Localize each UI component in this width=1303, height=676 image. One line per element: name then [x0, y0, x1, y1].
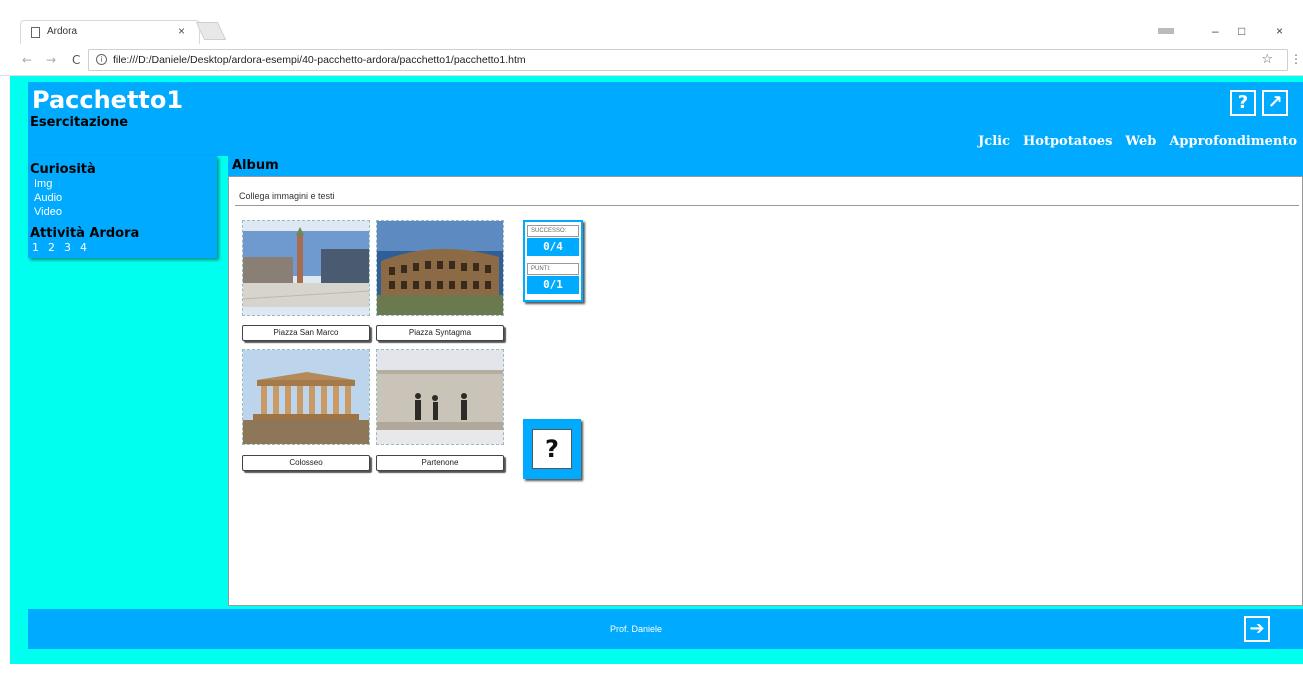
browser-tab[interactable]: Ardora × [20, 20, 200, 44]
sidebar: Curiosità Img Audio Video Attività Ardor… [28, 156, 217, 258]
activity-area: Collega immagini e testi Piazza San Marc… [228, 176, 1303, 606]
activity-link-2[interactable]: 2 [48, 241, 55, 254]
label-piazza-syntagma[interactable]: Piazza Syntagma [376, 325, 504, 341]
footer-author: Prof. Daniele [610, 624, 663, 634]
menu-item-web[interactable]: Web [1125, 134, 1156, 149]
forward-arrow-icon[interactable]: → [46, 53, 56, 67]
activity-link-1[interactable]: 1 [32, 241, 39, 254]
question-mark-icon: ? [532, 429, 572, 469]
sidebar-section-attivita: Attività Ardora [30, 226, 140, 241]
next-arrow-icon[interactable]: ➔ [1244, 616, 1270, 642]
colosseum-photo[interactable] [376, 220, 504, 316]
menu-item-approfondimento[interactable]: Approfondimento [1169, 134, 1297, 149]
footer: Prof. Daniele ➔ [28, 609, 1303, 649]
section-title: Album [232, 158, 279, 173]
reload-icon[interactable]: C [72, 53, 80, 67]
points-label: PUNTI: [527, 263, 579, 275]
parthenon-photo[interactable] [242, 349, 370, 445]
app-title: Pacchetto1 [32, 86, 184, 114]
label-partenone[interactable]: Partenone [376, 455, 504, 471]
url-text: file:///D:/Daniele/Desktop/ardora-esempi… [113, 54, 526, 66]
success-label: SUCCESSO: [527, 225, 579, 237]
minimize-button[interactable]: – [1212, 24, 1219, 38]
sidebar-item-img[interactable]: Img [34, 178, 52, 190]
points-value: 0/1 [527, 276, 579, 294]
app-header: Pacchetto1 Esercitazione ? ↗ Jclic Hotpot… [28, 82, 1303, 156]
bookmark-star-icon[interactable]: ☆ [1261, 52, 1273, 67]
tab-title: Ardora [47, 26, 78, 37]
menu-item-hotpotatoes[interactable]: Hotpotatoes [1023, 134, 1112, 149]
page-body: Pacchetto1 Esercitazione ? ↗ Jclic Hotpot… [10, 76, 1303, 664]
activity-links: 1234 [32, 241, 96, 254]
sidebar-item-audio[interactable]: Audio [34, 192, 62, 204]
close-window-button[interactable]: × [1276, 24, 1283, 38]
info-icon[interactable]: i [96, 54, 107, 65]
check-answer-button[interactable]: ? [523, 419, 581, 479]
maximize-button[interactable]: □ [1238, 24, 1245, 38]
back-arrow-icon[interactable]: ← [22, 53, 32, 67]
address-bar: ← → C i file:///D:/Daniele/Desktop/ardor… [0, 44, 1303, 76]
help-button[interactable]: ? [1230, 90, 1256, 116]
tab-close-icon[interactable]: × [178, 24, 185, 38]
sidebar-section-curiosita: Curiosità [30, 162, 96, 177]
browser-tab-bar: Ardora × – □ × [0, 0, 1303, 44]
user-profile-icon[interactable] [1158, 28, 1174, 34]
label-piazza-san-marco[interactable]: Piazza San Marco [242, 325, 370, 341]
instruction-text: Collega immagini e testi [239, 191, 335, 201]
page-icon [31, 27, 40, 38]
browser-menu-icon[interactable]: ⋮ [1290, 52, 1302, 66]
external-link-icon[interactable]: ↗ [1262, 90, 1288, 116]
activity-link-3[interactable]: 3 [64, 241, 71, 254]
top-menu: Jclic Hotpotatoes Web Approfondimento [965, 134, 1297, 149]
sidebar-item-video[interactable]: Video [34, 206, 62, 218]
activity-link-4[interactable]: 4 [80, 241, 87, 254]
venice-piazza-photo[interactable] [242, 220, 370, 316]
app-subtitle: Esercitazione [30, 115, 129, 130]
score-panel: SUCCESSO: 0/4 PUNTI: 0/1 [523, 220, 583, 302]
menu-item-jclic[interactable]: Jclic [978, 134, 1010, 149]
label-colosseo[interactable]: Colosseo [242, 455, 370, 471]
success-value: 0/4 [527, 238, 579, 256]
divider [235, 205, 1299, 206]
album-title-bar: Album [228, 156, 1303, 176]
new-tab-button[interactable] [195, 22, 227, 40]
url-input[interactable]: i file:///D:/Daniele/Desktop/ardora-esem… [88, 49, 1288, 71]
syntagma-guards-photo[interactable] [376, 349, 504, 445]
